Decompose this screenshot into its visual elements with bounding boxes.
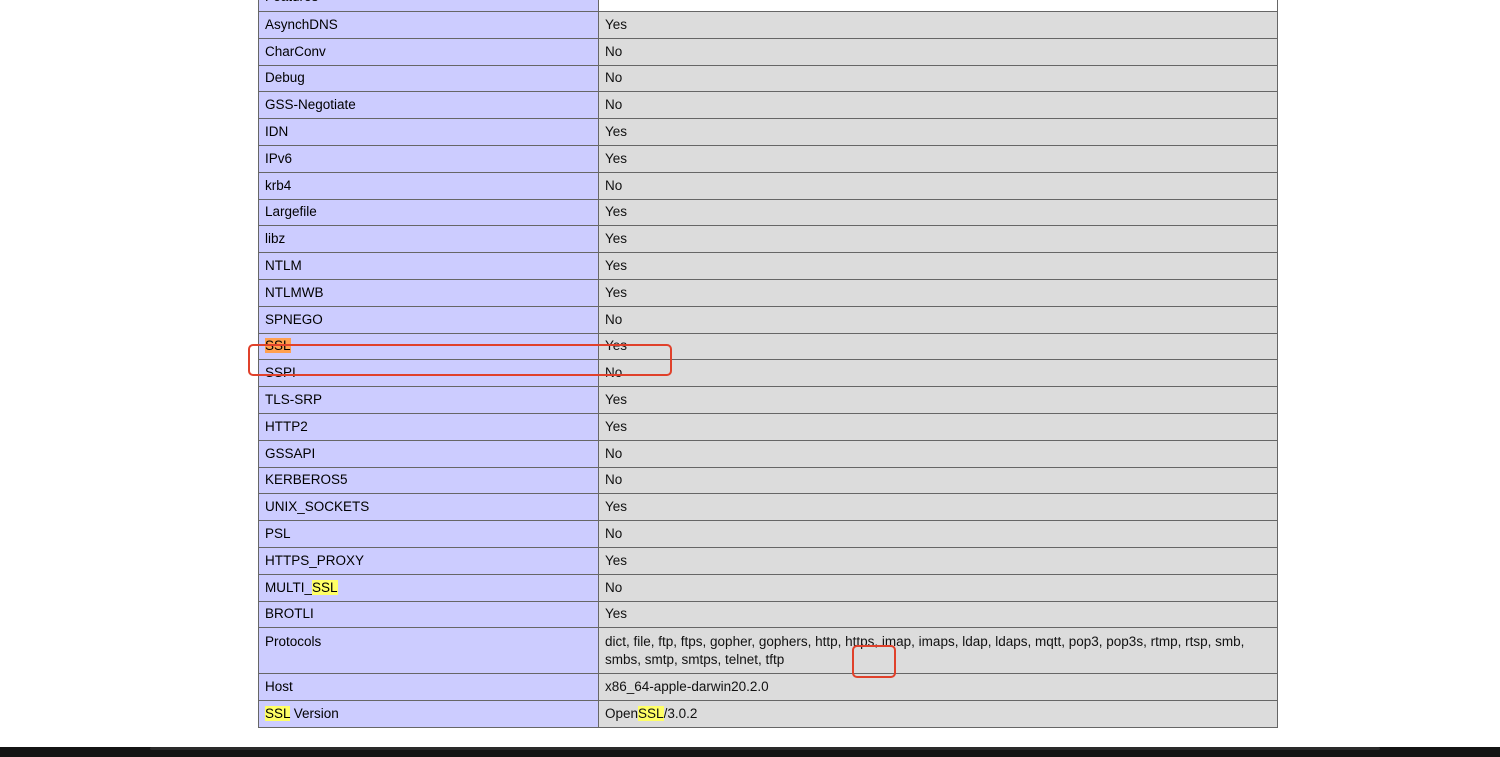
table-row-protocols: Protocols dict, file, ftp, ftps, gopher, … [258, 627, 1278, 675]
feature-value: Yes [598, 493, 1278, 522]
table-row: libz Yes [258, 225, 1278, 254]
feature-value: Yes [598, 252, 1278, 280]
table-row: Debug No [258, 64, 1278, 93]
table-row-ssl-version: SSL Version OpenSSL/3.0.2 [258, 700, 1278, 728]
table-row: UNIX_SOCKETS Yes [258, 493, 1278, 522]
table-row: krb4 No [258, 171, 1278, 200]
feature-value: No [598, 520, 1278, 548]
feature-name: NTLMWB [258, 278, 599, 307]
feature-value: No [598, 573, 1278, 602]
active-search-match-highlight: SSL [265, 338, 291, 354]
feature-value: Yes [598, 600, 1278, 629]
table-row: MULTI_SSL No [258, 573, 1278, 602]
feature-value: Yes [598, 11, 1278, 39]
table-row-features: Features [258, 0, 1278, 12]
curl-features-table: Features AsynchDNSYesCharConvNoDebugNoGS… [258, 0, 1278, 728]
feature-value: No [598, 171, 1278, 200]
feature-name: MULTI_SSL [258, 573, 599, 602]
feature-value: No [598, 305, 1278, 334]
feature-name: SPNEGO [258, 305, 599, 334]
table-row: SSL Yes [258, 332, 1278, 361]
search-match-highlight: SSL [312, 579, 338, 595]
table-row: SPNEGO No [258, 305, 1278, 334]
table-row: Largefile Yes [258, 198, 1278, 227]
feature-name: SSL [258, 332, 599, 361]
feature-value: Yes [598, 144, 1278, 173]
feature-name: GSSAPI [258, 439, 599, 468]
dock-edge [150, 747, 1380, 750]
feature-value: Yes [598, 386, 1278, 414]
feature-value: Yes [598, 546, 1278, 575]
table-row: BROTLI Yes [258, 600, 1278, 629]
feature-value: Yes [598, 332, 1278, 361]
feature-name: IPv6 [258, 144, 599, 173]
feature-name: Debug [258, 64, 599, 93]
protocols-value: dict, file, ftp, ftps, gopher, gophers, … [598, 627, 1278, 675]
dock-bar [0, 747, 1500, 757]
table-row: CharConv No [258, 37, 1278, 66]
host-label: Host [258, 673, 599, 702]
ssl-version-prefix: Open [605, 706, 639, 722]
feature-name: IDN [258, 118, 599, 146]
protocol-https: https, [845, 634, 879, 650]
table-row: GSSAPI No [258, 439, 1278, 468]
feature-name-text: MULTI_ [265, 579, 313, 595]
feature-value: No [598, 439, 1278, 468]
host-value: x86_64-apple-darwin20.2.0 [598, 673, 1278, 702]
feature-value: No [598, 64, 1278, 93]
feature-value: No [598, 91, 1278, 120]
feature-name: PSL [258, 520, 599, 548]
ssl-version-value: OpenSSL/3.0.2 [598, 700, 1278, 728]
feature-name: HTTP2 [258, 412, 599, 441]
feature-name: SSPI [258, 359, 599, 388]
feature-name: GSS-Negotiate [258, 91, 599, 120]
feature-name: KERBEROS5 [258, 466, 599, 495]
ssl-version-label-text: Version [290, 706, 339, 722]
feature-value: Yes [598, 225, 1278, 254]
feature-name: UNIX_SOCKETS [258, 493, 599, 522]
table-row: KERBEROS5 No [258, 466, 1278, 495]
table-row: IDN Yes [258, 118, 1278, 146]
search-match-highlight: SSL [265, 706, 291, 722]
protocols-list-start: dict, file, ftp, ftps, gopher, gophers, … [605, 634, 846, 650]
table-row: NTLMWB Yes [258, 278, 1278, 307]
feature-name: HTTPS_PROXY [258, 546, 599, 575]
feature-value: No [598, 37, 1278, 66]
features-value [598, 0, 1278, 12]
table-row: GSS-Negotiate No [258, 91, 1278, 120]
features-label: Features [258, 0, 599, 12]
search-match-highlight: SSL [638, 706, 664, 722]
table-row: HTTP2 Yes [258, 412, 1278, 441]
table-row-host: Host x86_64-apple-darwin20.2.0 [258, 673, 1278, 702]
table-row: SSPI No [258, 359, 1278, 388]
feature-value: Yes [598, 198, 1278, 227]
table-row: HTTPS_PROXY Yes [258, 546, 1278, 575]
feature-name: NTLM [258, 252, 599, 280]
feature-value: Yes [598, 278, 1278, 307]
table-row: NTLM Yes [258, 252, 1278, 280]
ssl-version-number: /3.0.2 [663, 706, 698, 722]
feature-value: No [598, 359, 1278, 388]
table-row: AsynchDNS Yes [258, 11, 1278, 39]
table-body: Features AsynchDNSYesCharConvNoDebugNoGS… [258, 0, 1278, 728]
feature-value: No [598, 466, 1278, 495]
browser-viewport: Features AsynchDNSYesCharConvNoDebugNoGS… [0, 0, 1500, 757]
feature-name: AsynchDNS [258, 11, 599, 39]
feature-name: BROTLI [258, 600, 599, 629]
feature-name: TLS-SRP [258, 386, 599, 414]
table-row: TLS-SRP Yes [258, 386, 1278, 414]
ssl-version-label: SSL Version [258, 700, 599, 728]
table-row: IPv6 Yes [258, 144, 1278, 173]
feature-name: Largefile [258, 198, 599, 227]
feature-name: CharConv [258, 37, 599, 66]
feature-value: Yes [598, 118, 1278, 146]
feature-value: Yes [598, 412, 1278, 441]
feature-name: krb4 [258, 171, 599, 200]
protocols-label: Protocols [258, 627, 599, 675]
table-row: PSL No [258, 520, 1278, 548]
feature-name: libz [258, 225, 599, 254]
